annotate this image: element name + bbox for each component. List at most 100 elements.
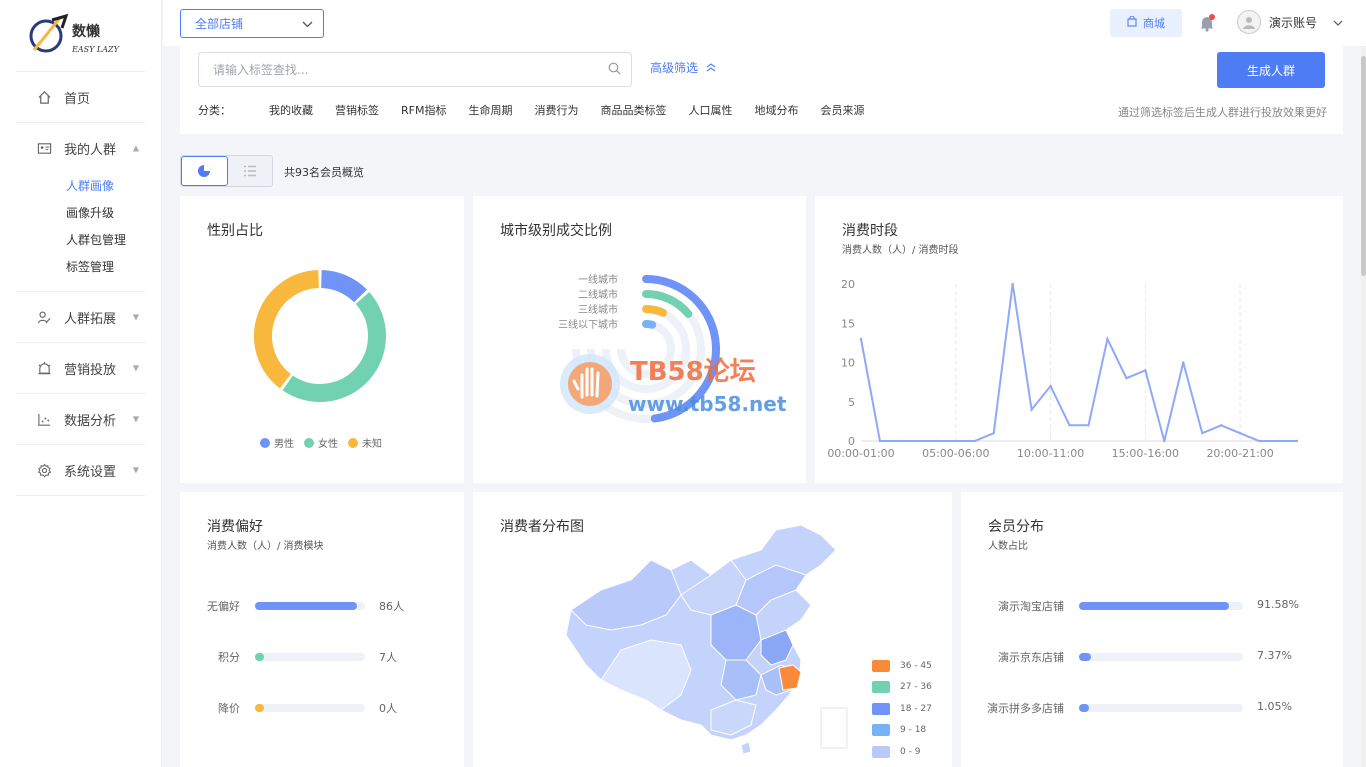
y-tick-label: 10 (841, 357, 855, 370)
data-point (1011, 282, 1014, 286)
data-point (897, 439, 901, 443)
china-map[interactable] (561, 520, 861, 760)
tag-search-input[interactable]: 请输入标签查找... (198, 52, 632, 87)
category-tab[interactable]: 商品品类标签 (600, 102, 666, 118)
legend-item[interactable]: 未知 (348, 435, 382, 450)
nav-data-analysis[interactable]: 数据分析 ▼ (16, 394, 145, 444)
bar-label: 演示京东店铺 (998, 651, 1064, 664)
preference-card: 消费偏好 消费人数（人）/ 消费模块 无偏好 86人 积分 7人 降价 0人 (180, 492, 464, 767)
watermark-title: TB58论坛 (630, 357, 756, 387)
data-point (992, 431, 995, 435)
y-tick-label: 15 (841, 317, 855, 330)
mall-button-label: 商城 (1143, 17, 1165, 30)
gender-donut-chart: 男性: 13女性: 47未知: 40 (254, 270, 386, 402)
store-select[interactable]: 全部店铺 (180, 9, 324, 38)
id-card-icon (36, 140, 52, 156)
radial-bar (642, 305, 668, 317)
view-toggle (180, 155, 273, 187)
category-tab[interactable]: 生命周期 (468, 102, 512, 118)
category-tab[interactable]: RFM指标 (401, 102, 446, 118)
generate-crowd-button[interactable]: 生成人群 (1217, 52, 1325, 88)
x-tick-label: 10:00-11:00 (1017, 447, 1084, 460)
search-icon[interactable] (608, 62, 621, 78)
filter-panel: 请输入标签查找... 高级筛选 生成人群 分类： 我的收藏 营销标签 RFM指标… (180, 46, 1343, 134)
filter-hint: 通过筛选标签后生成人群进行投放效果更好 (1118, 106, 1327, 119)
data-point (1219, 424, 1223, 427)
card-title: 性别占比 (207, 223, 263, 239)
category-tab[interactable]: 人口属性 (688, 102, 732, 118)
mall-button[interactable]: 商城 (1110, 9, 1182, 37)
map-legend-item[interactable]: 36 - 45 (872, 655, 932, 677)
data-point (916, 439, 920, 443)
bar-row: 演示拼多多店铺 1.05% (961, 700, 1343, 716)
bar-label: 降价 (218, 702, 240, 715)
donut-slice: 女性: 47 (282, 292, 386, 402)
nav-crowd-expand[interactable]: 人群拓展 ▼ (16, 292, 145, 342)
svg-text:数懒: 数懒 (72, 23, 100, 40)
chevron-down-icon (302, 17, 313, 31)
sub-item-portrait-upgrade[interactable]: 画像升级 (16, 200, 145, 227)
bar-value-label: 86人 (379, 600, 404, 613)
data-point (1295, 439, 1299, 443)
svg-text:EASY LAZY: EASY LAZY (71, 45, 120, 54)
nav-my-crowds[interactable]: 我的人群 ▲ (16, 123, 145, 173)
category-tab[interactable]: 地域分布 (754, 102, 798, 118)
card-title: 会员分布 (988, 519, 1044, 535)
legend-swatch (872, 681, 890, 694)
brand-logo[interactable]: 数懒 EASY LAZY (16, 0, 145, 72)
nav-home[interactable]: 首页 (16, 72, 145, 122)
nav-data-analysis-label: 数据分析 (64, 413, 117, 429)
nav-home-label: 首页 (64, 91, 91, 107)
chart-view-button[interactable] (181, 156, 228, 186)
map-legend-item[interactable]: 18 - 27 (872, 698, 932, 720)
nav-system-settings[interactable]: 系统设置 ▼ (16, 445, 145, 495)
category-tab[interactable]: 消费行为 (534, 102, 578, 118)
legend-label: 27 - 36 (900, 682, 932, 693)
bar-track (1079, 602, 1243, 610)
sub-item-crowd-pack-manage[interactable]: 人群包管理 (16, 227, 145, 254)
list-view-button[interactable] (227, 156, 272, 186)
sub-item-tag-manage[interactable]: 标签管理 (16, 254, 145, 281)
y-tick-label: 20 (841, 278, 855, 291)
card-subtitle: 消费人数（人）/ 消费时段 (842, 245, 959, 256)
map-legend-item[interactable]: 9 - 18 (872, 720, 932, 742)
data-point (1068, 424, 1071, 427)
category-tab[interactable]: 我的收藏 (269, 102, 313, 118)
advanced-filter-toggle[interactable]: 高级筛选 (650, 59, 716, 76)
time-card: 消费时段 消费人数（人）/ 消费时段 0 5 10 15 20 00:00-01:00 05… (815, 196, 1343, 483)
data-point (878, 439, 882, 443)
category-tabs: 分类： 我的收藏 营销标签 RFM指标 生命周期 消费行为 商品品类标签 人口属… (198, 102, 886, 118)
data-point (1144, 369, 1147, 372)
account-menu[interactable]: 演示账号 (1237, 10, 1343, 34)
category-label: 分类： (198, 104, 231, 117)
bar (255, 653, 264, 661)
map-legend-item[interactable]: 27 - 36 (872, 677, 932, 699)
category-tab[interactable]: 营销标签 (335, 102, 379, 118)
y-tick-label: 5 (848, 396, 855, 409)
nav-marketing[interactable]: 营销投放 ▼ (16, 343, 145, 393)
card-title: 消费时段 (842, 223, 898, 239)
bar-value-label: 1.05% (1257, 700, 1292, 713)
category-tab[interactable]: 会员来源 (820, 102, 864, 118)
caret-down-icon: ▼ (132, 363, 139, 373)
search-placeholder: 请输入标签查找... (213, 63, 309, 77)
bar-row: 无偏好 86人 (180, 598, 464, 614)
nav-system-settings-label: 系统设置 (64, 464, 117, 480)
map-legend-item[interactable]: 0 - 9 (872, 741, 932, 763)
nav-my-crowds-label: 我的人群 (64, 142, 117, 158)
map-region (778, 664, 802, 691)
scrollbar-thumb[interactable] (1361, 56, 1366, 276)
data-point (1238, 431, 1242, 435)
users-icon (36, 309, 52, 325)
sub-item-crowd-portrait[interactable]: 人群画像 (16, 173, 145, 200)
advanced-filter-label: 高级筛选 (650, 61, 699, 75)
scrollbar[interactable] (1361, 46, 1366, 767)
radial-bar-label: 一线城市 (578, 273, 618, 286)
legend-swatch (348, 437, 358, 448)
legend-item[interactable]: 男性 (260, 435, 294, 450)
bar-row: 积分 7人 (180, 649, 464, 665)
store-select-value: 全部店铺 (195, 17, 244, 31)
bar-track (1079, 704, 1243, 712)
legend-item[interactable]: 女性 (304, 435, 338, 450)
notification-bell-icon[interactable] (1199, 14, 1215, 32)
